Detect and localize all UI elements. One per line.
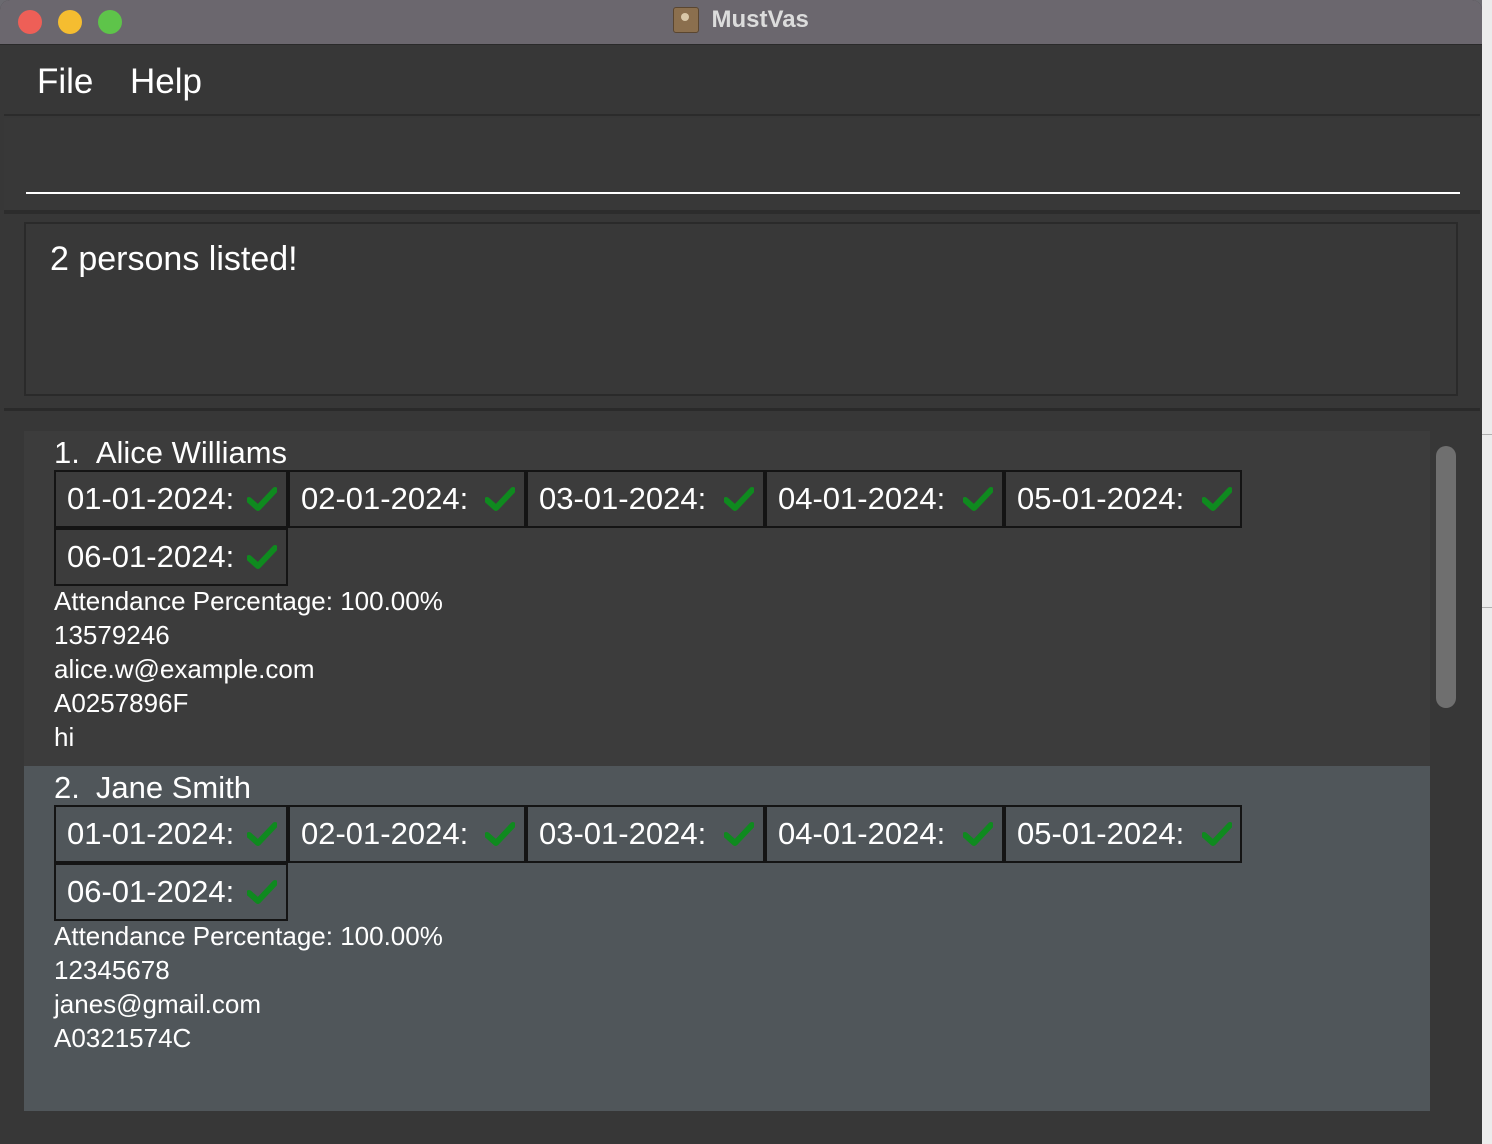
- attendance-date: 02-01-2024:: [301, 481, 469, 516]
- checkmark-icon: [724, 822, 754, 846]
- attendance-tag: 03-01-2024:: [526, 470, 765, 528]
- attendance-tag: 03-01-2024:: [526, 805, 765, 863]
- attendance-tag: 06-01-2024:: [54, 528, 288, 586]
- list-scrollbar[interactable]: [1436, 446, 1456, 708]
- email-address: janes@gmail.com: [54, 989, 262, 1019]
- command-box: [4, 118, 1480, 214]
- person-name: 2. Jane Smith: [54, 770, 251, 806]
- result-message: 2 persons listed!: [50, 240, 298, 278]
- window-title-group: MustVas: [0, 6, 1482, 34]
- attendance-date: 05-01-2024:: [1017, 481, 1185, 516]
- person-index: 2.: [54, 770, 80, 805]
- phone-number: 13579246: [54, 620, 170, 650]
- app-icon: [673, 7, 700, 33]
- attendance-date: 04-01-2024:: [778, 481, 946, 516]
- attendance-date: 01-01-2024:: [67, 481, 235, 516]
- checkmark-icon: [963, 822, 993, 846]
- person-card[interactable]: 1. Alice Williams 01-01-2024: 02-01-2024: 03…: [24, 431, 1430, 766]
- panel-divider: [4, 408, 1480, 411]
- background-window-divider: [1482, 607, 1492, 608]
- window-title: MustVas: [711, 6, 809, 33]
- attendance-date: 03-01-2024:: [539, 816, 707, 851]
- menu-bar: File Help: [4, 50, 1480, 116]
- remark-text: hi: [54, 722, 75, 752]
- attendance-date: 05-01-2024:: [1017, 816, 1185, 851]
- command-input[interactable]: [26, 138, 1460, 194]
- person-card-selected[interactable]: 2. Jane Smith 01-01-2024: 02-01-2024: 03-01-…: [24, 766, 1430, 1111]
- title-bar: MustVas: [0, 0, 1482, 45]
- attendance-tag: 02-01-2024:: [288, 470, 526, 528]
- attendance-date: 01-01-2024:: [67, 816, 235, 851]
- attendance-percentage: Attendance Percentage: 100.00%: [54, 921, 443, 951]
- attendance-date: 03-01-2024:: [539, 481, 707, 516]
- checkmark-icon: [247, 880, 277, 904]
- attendance-tag: 04-01-2024:: [765, 470, 1004, 528]
- phone-number: 12345678: [54, 955, 170, 985]
- attendance-date: 06-01-2024:: [67, 874, 235, 909]
- attendance-date: 04-01-2024:: [778, 816, 946, 851]
- checkmark-icon: [485, 822, 515, 846]
- student-id: A0257896F: [54, 688, 189, 718]
- attendance-tag: 05-01-2024:: [1004, 805, 1242, 863]
- attendance-date: 02-01-2024:: [301, 816, 469, 851]
- menu-file[interactable]: File: [37, 62, 93, 102]
- person-name-text: Alice Williams: [95, 435, 288, 470]
- person-name: 1. Alice Williams: [54, 435, 287, 471]
- checkmark-icon: [724, 487, 754, 511]
- attendance-tag: 01-01-2024:: [54, 805, 288, 863]
- checkmark-icon: [485, 487, 515, 511]
- menu-help[interactable]: Help: [130, 62, 202, 102]
- attendance-percentage: Attendance Percentage: 100.00%: [54, 586, 443, 616]
- checkmark-icon: [1202, 822, 1232, 846]
- student-id: A0321574C: [54, 1023, 192, 1053]
- person-index: 1.: [54, 435, 80, 470]
- checkmark-icon: [247, 545, 277, 569]
- attendance-date: 06-01-2024:: [67, 539, 235, 574]
- attendance-tag: 06-01-2024:: [54, 863, 288, 921]
- email-address: alice.w@example.com: [54, 654, 315, 684]
- checkmark-icon: [1202, 487, 1232, 511]
- background-window: [1482, 0, 1492, 1144]
- checkmark-icon: [247, 487, 277, 511]
- attendance-tag: 04-01-2024:: [765, 805, 1004, 863]
- app-window: MustVas File Help 2 persons listed! 1. Al…: [0, 0, 1482, 1144]
- result-display: 2 persons listed!: [24, 222, 1458, 396]
- attendance-tag: 01-01-2024:: [54, 470, 288, 528]
- person-name-text: Jane Smith: [95, 770, 251, 805]
- background-window-divider: [1482, 434, 1492, 435]
- checkmark-icon: [247, 822, 277, 846]
- attendance-tag: 05-01-2024:: [1004, 470, 1242, 528]
- attendance-tag: 02-01-2024:: [288, 805, 526, 863]
- person-list[interactable]: 1. Alice Williams 01-01-2024: 02-01-2024: 03…: [24, 431, 1430, 1111]
- checkmark-icon: [963, 487, 993, 511]
